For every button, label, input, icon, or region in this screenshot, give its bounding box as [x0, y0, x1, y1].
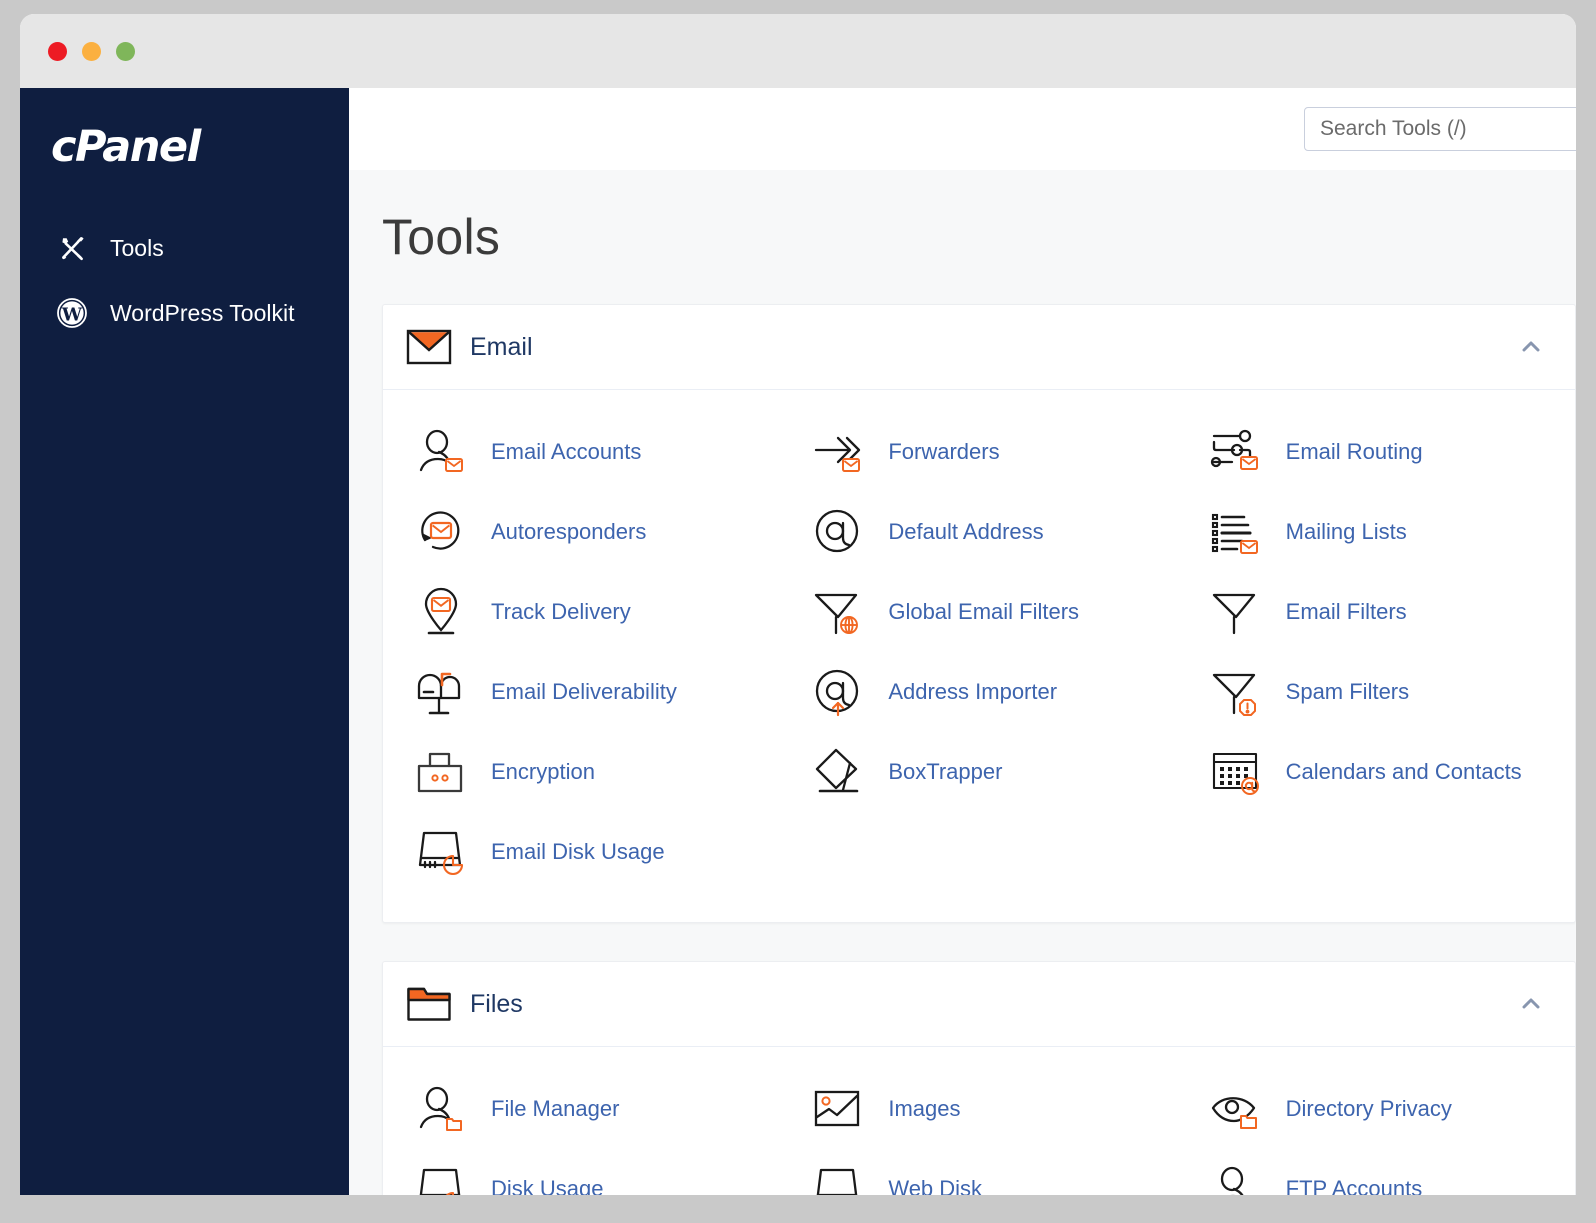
list-envelope-icon — [1208, 504, 1264, 560]
section-email: Email Email Accounts Forwarders Email Ro… — [382, 304, 1576, 923]
tool-label: Address Importer — [888, 679, 1058, 704]
tool-label: Email Disk Usage — [491, 839, 665, 864]
tool-label: Directory Privacy — [1285, 1096, 1452, 1121]
sidebar-item-wordpress-toolkit[interactable]: W WordPress Toolkit — [20, 289, 349, 337]
minimize-window-button[interactable] — [82, 41, 101, 61]
section-header-files[interactable]: Files — [383, 962, 1575, 1047]
tool-label: BoxTrapper — [888, 759, 1003, 784]
tool-boxtrapper[interactable]: BoxTrapper — [780, 732, 1177, 812]
pin-envelope-icon — [413, 584, 469, 640]
tool-label: File Manager — [491, 1096, 620, 1121]
tool-label: Default Address — [888, 519, 1044, 544]
tool-label: Email Deliverability — [491, 679, 677, 704]
tool-calendars-and-contacts[interactable]: Calendars and Contacts — [1178, 732, 1575, 812]
section-files: Files File Manager Images Directory Priv… — [382, 961, 1576, 1195]
tool-grid-files: File Manager Images Directory Privacy Di… — [383, 1047, 1575, 1195]
tool-email-accounts[interactable]: Email Accounts — [383, 412, 780, 492]
section-header-email[interactable]: Email — [383, 305, 1575, 390]
tool-label: Web Disk — [888, 1176, 983, 1195]
main-content: Tools Email — [349, 88, 1576, 1195]
tool-web-disk[interactable]: Web Disk — [780, 1149, 1177, 1195]
tool-file-manager[interactable]: File Manager — [383, 1069, 780, 1149]
tool-autoresponders[interactable]: Autoresponders — [383, 492, 780, 572]
user-ftp-icon: FTP — [1208, 1161, 1264, 1195]
section-title: Email — [470, 332, 533, 361]
arrow-envelope-icon — [810, 424, 866, 480]
page-title: Tools — [382, 209, 501, 265]
window-titlebar — [20, 14, 1576, 88]
tool-label: Autoresponders — [491, 519, 647, 544]
tools-scroll-area[interactable]: Tools Email Email Accounts Forwarders Em… — [349, 170, 1576, 1195]
tool-label: Forwarders — [888, 439, 1000, 464]
tool-address-importer[interactable]: Address Importer — [780, 652, 1177, 732]
tool-global-email-filters[interactable]: Global Email Filters — [780, 572, 1177, 652]
maximize-window-button[interactable] — [116, 41, 135, 61]
top-bar — [349, 88, 1576, 170]
funnel-icon — [1208, 584, 1264, 640]
sidebar-item-label: Tools — [110, 234, 164, 261]
box-trap-icon — [810, 744, 866, 800]
disk-pie-icon — [413, 824, 469, 880]
tool-forwarders[interactable]: Forwarders — [780, 412, 1177, 492]
eye-folder-icon — [1208, 1081, 1264, 1137]
tool-images[interactable]: Images — [780, 1069, 1177, 1149]
tool-label: Email Accounts — [491, 439, 642, 464]
envelope-icon — [406, 325, 452, 369]
tools-icon — [56, 232, 88, 264]
padlock-icon — [413, 744, 469, 800]
chevron-up-icon[interactable] — [1517, 333, 1545, 361]
sidebar-item-label: WordPress Toolkit — [110, 299, 295, 326]
tool-default-address[interactable]: Default Address — [780, 492, 1177, 572]
tool-email-filters[interactable]: Email Filters — [1178, 572, 1575, 652]
wordpress-icon: W — [56, 297, 88, 329]
tool-spam-filters[interactable]: Spam Filters — [1178, 652, 1575, 732]
user-folder-icon — [413, 1081, 469, 1137]
cpanel-logo[interactable]: cPanel — [51, 126, 349, 177]
calendar-at-icon — [1208, 744, 1264, 800]
folder-icon — [407, 982, 451, 1026]
section-title: Files — [470, 989, 523, 1018]
tool-ftp-accounts[interactable]: FTP FTP Accounts — [1178, 1149, 1575, 1195]
sidebar: cPanel Tools W WordPress Toolkit — [20, 88, 349, 1195]
funnel-globe-icon — [810, 584, 866, 640]
tool-mailing-lists[interactable]: Mailing Lists — [1178, 492, 1575, 572]
sidebar-item-tools[interactable]: Tools — [20, 224, 349, 272]
tool-label: Images — [888, 1096, 961, 1121]
refresh-envelope-icon — [413, 504, 469, 560]
tool-email-disk-usage[interactable]: Email Disk Usage — [383, 812, 780, 892]
user-envelope-icon — [413, 424, 469, 480]
tool-label: Track Delivery — [491, 599, 631, 624]
tool-label: FTP Accounts — [1285, 1176, 1423, 1195]
close-window-button[interactable] — [48, 41, 67, 61]
disk-icon — [810, 1161, 866, 1195]
tool-label: Encryption — [491, 759, 595, 784]
picture-icon — [810, 1081, 866, 1137]
disk-pie-icon — [413, 1161, 469, 1195]
tool-label: Calendars and Contacts — [1285, 759, 1522, 784]
tool-encryption[interactable]: Encryption — [383, 732, 780, 812]
at-sign-upload-icon — [810, 664, 866, 720]
svg-text:W: W — [61, 305, 83, 326]
funnel-alert-icon — [1208, 664, 1264, 720]
tool-email-deliverability[interactable]: Email Deliverability — [383, 652, 780, 732]
tool-grid-email: Email Accounts Forwarders Email Routing … — [383, 390, 1575, 922]
tool-email-routing[interactable]: Email Routing — [1178, 412, 1575, 492]
tool-label: Disk Usage — [491, 1176, 604, 1195]
tool-label: Mailing Lists — [1285, 519, 1407, 544]
search-input[interactable] — [1304, 107, 1576, 151]
browser-window: cPanel Tools W WordPress Toolkit Search … — [20, 14, 1576, 1195]
mailbox-icon — [413, 664, 469, 720]
route-envelope-icon — [1208, 424, 1264, 480]
tool-label: Email Routing — [1285, 439, 1423, 464]
tool-directory-privacy[interactable]: Directory Privacy — [1178, 1069, 1575, 1149]
chevron-up-icon[interactable] — [1517, 990, 1545, 1018]
tool-track-delivery[interactable]: Track Delivery — [383, 572, 780, 652]
tool-disk-usage[interactable]: Disk Usage — [383, 1149, 780, 1195]
tool-label: Email Filters — [1285, 599, 1407, 624]
tool-label: Global Email Filters — [888, 599, 1080, 624]
tool-label: Spam Filters — [1285, 679, 1410, 704]
at-sign-icon — [810, 504, 866, 560]
